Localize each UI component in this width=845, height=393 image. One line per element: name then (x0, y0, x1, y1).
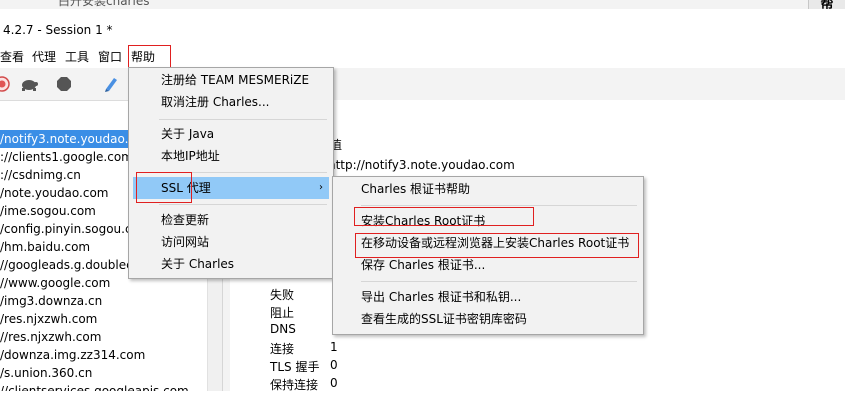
submenu-item-label: Charles 根证书帮助 (361, 182, 471, 196)
install-root-cert-annotation-box (354, 207, 534, 226)
detail-value: 0 (330, 358, 338, 372)
window-title: 4.2.7 - Session 1 * (3, 23, 113, 37)
host-row[interactable]: //clientservices.googleapis.com (0, 382, 222, 391)
menu-item-label: 检查更新 (161, 213, 210, 227)
menu-item-visit-website[interactable]: 访问网站 (133, 231, 329, 253)
top-strip-corner: 帮 (808, 0, 845, 9)
menu-separator (159, 119, 327, 120)
submenu-item-label: 查看生成的SSL证书密钥库密码 (361, 312, 527, 326)
url-value: http://notify3.note.youdao.com (328, 158, 515, 172)
submenu-item-view-keystore-password[interactable]: 查看生成的SSL证书密钥库密码 (335, 308, 639, 330)
detail-key: TLS 握手 (270, 360, 320, 374)
menu-tools[interactable]: 工具 (65, 49, 89, 65)
menu-item-label: 本地IP地址 (161, 149, 220, 163)
host-row[interactable]: /img3.downza.cn (0, 292, 222, 310)
menu-item-unregister[interactable]: 取消注册 Charles... (133, 91, 329, 113)
detail-key: DNS (270, 322, 296, 336)
menu-proxy[interactable]: 代理 (32, 49, 56, 65)
submenu-item-label: 导出 Charles 根证书和私钥... (361, 290, 522, 304)
menu-separator (361, 281, 637, 282)
submenu-item-export-cert-key[interactable]: 导出 Charles 根证书和私钥... (335, 286, 639, 308)
detail-key: 失败 (270, 288, 295, 302)
menu-separator (159, 204, 327, 205)
submenu-arrow-icon: › (319, 182, 323, 193)
menu-window[interactable]: 窗口 (98, 49, 122, 65)
detail-value: 0 (330, 376, 338, 390)
detail-key: 阻止 (270, 306, 295, 320)
menu-item-label: 注册给 TEAM MESMERiZE (161, 73, 310, 87)
install-mobile-cert-annotation-box (355, 233, 639, 258)
detail-key: 连接 (270, 342, 295, 356)
host-row[interactable]: //res.njxzwh.com (0, 328, 222, 346)
menu-item-registered-to[interactable]: 注册给 TEAM MESMERiZE (133, 69, 329, 91)
toolbar (0, 68, 845, 101)
top-window-strip: 白升安装charles 帮 (0, 0, 845, 9)
host-row[interactable]: /downza.img.zz314.com (0, 346, 222, 364)
compose-pen-icon[interactable] (103, 76, 119, 92)
menu-item-about-charles[interactable]: 关于 Charles (133, 253, 329, 275)
menu-item-label: 访问网站 (161, 235, 210, 249)
menu-item-check-updates[interactable]: 检查更新 (133, 209, 329, 231)
submenu-item-root-cert-help[interactable]: Charles 根证书帮助 (335, 178, 639, 200)
breakpoint-stop-icon[interactable] (56, 76, 72, 92)
record-icon[interactable] (0, 76, 10, 92)
title-bar: 4.2.7 - Session 1 * (0, 9, 845, 46)
host-row[interactable]: /s.union.360.cn (0, 364, 222, 382)
menu-bar: 查看 代理 工具 窗口 帮助 (0, 46, 845, 68)
detail-key: 保持连接 (270, 378, 319, 392)
menu-item-about-java[interactable]: 关于 Java (133, 123, 329, 145)
menu-item-label: 关于 Java (161, 127, 215, 141)
detail-value: 1 (330, 340, 338, 354)
menu-item-label: 关于 Charles (161, 257, 235, 271)
menu-item-local-ip[interactable]: 本地IP地址 (133, 145, 329, 167)
menu-view[interactable]: 查看 (0, 49, 24, 65)
throttle-turtle-icon[interactable] (20, 76, 38, 92)
menu-item-label: 取消注册 Charles... (161, 95, 270, 109)
menu-separator (361, 205, 637, 206)
host-row[interactable]: /res.njxzwh.com (0, 310, 222, 328)
top-strip-title: 白升安装charles (58, 0, 150, 8)
ssl-proxy-annotation-box (136, 172, 192, 203)
